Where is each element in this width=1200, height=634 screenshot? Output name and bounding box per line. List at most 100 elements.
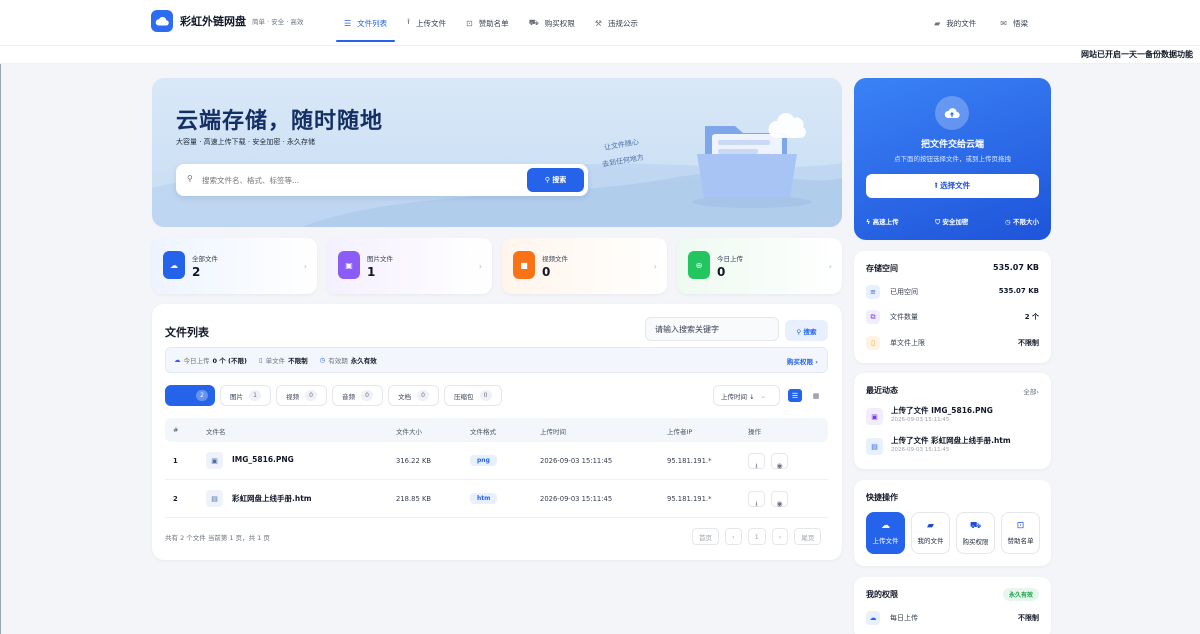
chevron-right-icon: ›	[828, 262, 832, 271]
sort-select[interactable]: 上传时间 ↓ ⌄	[713, 385, 780, 406]
hero-banner: 云端存储，随时随地 大容量 · 高速上传下载 · 安全加密 · 永久存储 让文件…	[152, 78, 842, 227]
file-name[interactable]: IMG_5816.PNG	[232, 455, 294, 464]
filter-all[interactable]: 2	[165, 385, 215, 406]
filter-videos[interactable]: 视频 0	[276, 385, 327, 406]
pager-info: 共有 2 个文件 当前第 1 页，共 1 页	[165, 534, 270, 542]
nav-upload[interactable]: ⭱ 上传文件	[397, 0, 456, 46]
feature-unlimited: ◷ 不限大小	[1005, 218, 1039, 226]
storage-limit: ▯ 单文件上限 不限制	[866, 336, 1039, 350]
file-time: 2026-09-03 15:11:45	[540, 495, 613, 503]
stat-card-today[interactable]: ⊕ 今日上传 0 ›	[677, 238, 842, 294]
stat-value: 0	[717, 265, 726, 279]
nav-buy[interactable]: ⛟ 购买权限	[519, 0, 585, 46]
quick-actions-panel: 快捷操作 ☁ 上传文件 ▰ 我的文件 ⛟ 购买权限 ⊡ 赞助名单	[854, 480, 1051, 566]
notice-marquee: 网站已开启一天一备份数据功能	[0, 46, 1200, 64]
notice-text: 网站已开启一天一备份数据功能	[1081, 50, 1193, 59]
storage-total: 535.07 KB	[993, 263, 1039, 272]
table-row[interactable]: 1 ▣ IMG_5816.PNG 316.22 KB png 2026-09-0…	[165, 442, 828, 480]
upload-icon: ⭱	[407, 17, 410, 26]
plus-icon: ⊕	[688, 251, 710, 279]
stat-label: 图片文件	[367, 255, 393, 263]
brand[interactable]: 彩虹外链网盘 简单 · 安全 · 高效	[151, 10, 303, 32]
brand-name: 彩虹外链网盘	[180, 15, 246, 28]
storage-count: ⧉ 文件数量 2 个	[866, 310, 1039, 324]
preview-button[interactable]: ◉	[771, 453, 788, 470]
preview-button[interactable]: ◉	[771, 491, 788, 508]
window-edge	[0, 0, 1, 634]
file-list-card: 文件列表 ⚲ 搜索 ☁今日上传0 个 (不限) ▯单文件不限制 ◷有效期永久有效…	[152, 304, 842, 560]
cart-icon: ⛟	[528, 18, 539, 27]
hero-search-button[interactable]: ⚲ 搜索	[527, 168, 584, 192]
file-search-button[interactable]: ⚲ 搜索	[785, 320, 828, 341]
filter-images[interactable]: 图片 1	[220, 385, 271, 406]
clock-icon: ◷	[319, 356, 326, 364]
download-icon: ⭳	[755, 500, 758, 508]
choose-file-button[interactable]: ⭱ 选择文件	[866, 174, 1039, 198]
mail-icon: ✉	[1000, 18, 1007, 28]
video-icon: ■	[513, 251, 535, 279]
activity-item[interactable]: ▤ 上传了文件 彩虹网盘上线手册.htm 2026-09-03 15:11:45	[866, 435, 1039, 459]
activity-panel: 最近动态 全部› ▣ 上传了文件 IMG_5816.PNG 2026-09-03…	[854, 373, 1051, 469]
stat-value: 1	[367, 265, 376, 279]
file-icon: ▯	[259, 356, 263, 364]
hero-search-input[interactable]	[202, 172, 502, 188]
feature-speed: ϟ 高速上传	[866, 218, 899, 226]
col-name: 文件名	[206, 428, 226, 436]
image-file-icon: ▣	[866, 408, 883, 425]
activity-all-link[interactable]: 全部›	[1023, 386, 1039, 396]
grid-icon: ▦	[812, 391, 820, 400]
document-file-icon: ▤	[206, 490, 223, 507]
grid-view-button[interactable]: ▦	[809, 389, 823, 402]
file-ip: 95.181.191.*	[667, 495, 712, 503]
page-next[interactable]: ›	[771, 528, 789, 545]
file-search-input[interactable]	[645, 317, 779, 341]
upload-title: 把文件交给云端	[920, 140, 984, 150]
sponsor-icon: ⊡	[465, 18, 473, 28]
permission-daily-upload: ☁ 每日上传 不限制	[866, 611, 1039, 625]
nav-user[interactable]: ✉ 悟梁	[988, 18, 1040, 29]
permission-title: 我的权限	[866, 590, 898, 599]
download-button[interactable]: ⭳	[748, 491, 765, 508]
database-icon: ≡	[866, 285, 880, 299]
activity-item[interactable]: ▣ 上传了文件 IMG_5816.PNG 2026-09-03 15:11:45	[866, 405, 1039, 429]
file-size: 316.22 KB	[396, 457, 432, 465]
quick-my-files-button[interactable]: ▰ 我的文件	[911, 512, 950, 554]
stat-card-images[interactable]: ▣ 图片文件 1 ›	[327, 238, 492, 294]
quota-bar: ☁ 今日上传 0 个 (不限) ▯ 单文件 不限制 ◷ 有效期 永久有效 购买权限 ›	[165, 347, 828, 373]
clock-icon: ◷	[1005, 218, 1013, 226]
cloud-upload-icon	[935, 96, 969, 130]
download-button[interactable]: ⭳	[748, 453, 765, 470]
buy-permission-link[interactable]: 购买权限 ›	[787, 356, 818, 366]
page-prev[interactable]: ‹	[725, 528, 742, 545]
filter-archives[interactable]: 压缩包 0	[444, 385, 502, 406]
storage-panel: 存储空间 535.07 KB ≡ 已用空间 535.07 KB ⧉ 文件数量 2…	[854, 251, 1051, 363]
upload-card: 把文件交给云端 点下面的按钮选择文件，或到上传页拖拽 ⭱ 选择文件 ϟ 高速上传…	[854, 78, 1051, 240]
nav-sponsors[interactable]: ⊡ 赞助名单	[456, 0, 519, 46]
top-navbar: 彩虹外链网盘 简单 · 安全 · 高效 ☰ 文件列表 ⭱ 上传文件 ⊡ 赞助名单 ⛟ 购…	[0, 0, 1200, 46]
quick-sponsors-button[interactable]: ⊡ 赞助名单	[1001, 512, 1040, 554]
quick-actions-title: 快捷操作	[866, 493, 898, 502]
page-last[interactable]: 尾页	[794, 528, 822, 545]
nav-violations[interactable]: ⚒ 违规公示	[585, 0, 648, 46]
page-1[interactable]: 1	[747, 528, 766, 545]
nav-file-list[interactable]: ☰ 文件列表	[334, 0, 397, 46]
quick-upload-button[interactable]: ☁ 上传文件	[866, 512, 905, 554]
file-name[interactable]: 彩虹网盘上线手册.htm	[232, 493, 312, 504]
image-file-icon: ▣	[206, 452, 223, 469]
chevron-down-icon: ⌄	[760, 391, 766, 400]
stat-card-all[interactable]: ☁ 全部文件 2 ›	[152, 238, 317, 294]
stat-card-videos[interactable]: ■ 视频文件 0 ›	[502, 238, 667, 294]
filter-audio[interactable]: 音频 0	[332, 385, 383, 406]
table-row[interactable]: 2 ▤ 彩虹网盘上线手册.htm 218.85 KB htm 2026-09-0…	[165, 480, 828, 518]
file-ip: 95.181.191.*	[667, 457, 712, 465]
folder-icon: ▰	[934, 18, 941, 28]
quota-single-file: ▯ 单文件 不限制	[259, 356, 308, 365]
nav-right: ▰ 我的文件 ✉ 悟梁	[922, 0, 1040, 46]
filter-docs[interactable]: 文档 0	[388, 385, 439, 406]
list-view-button[interactable]: ☰	[788, 389, 802, 402]
page-first[interactable]: 首页	[692, 528, 719, 545]
quick-buy-button[interactable]: ⛟ 购买权限	[956, 512, 995, 554]
col-actions: 操作	[748, 428, 761, 436]
permission-badge: 永久有效	[1002, 588, 1039, 601]
nav-my-files[interactable]: ▰ 我的文件	[922, 18, 988, 29]
